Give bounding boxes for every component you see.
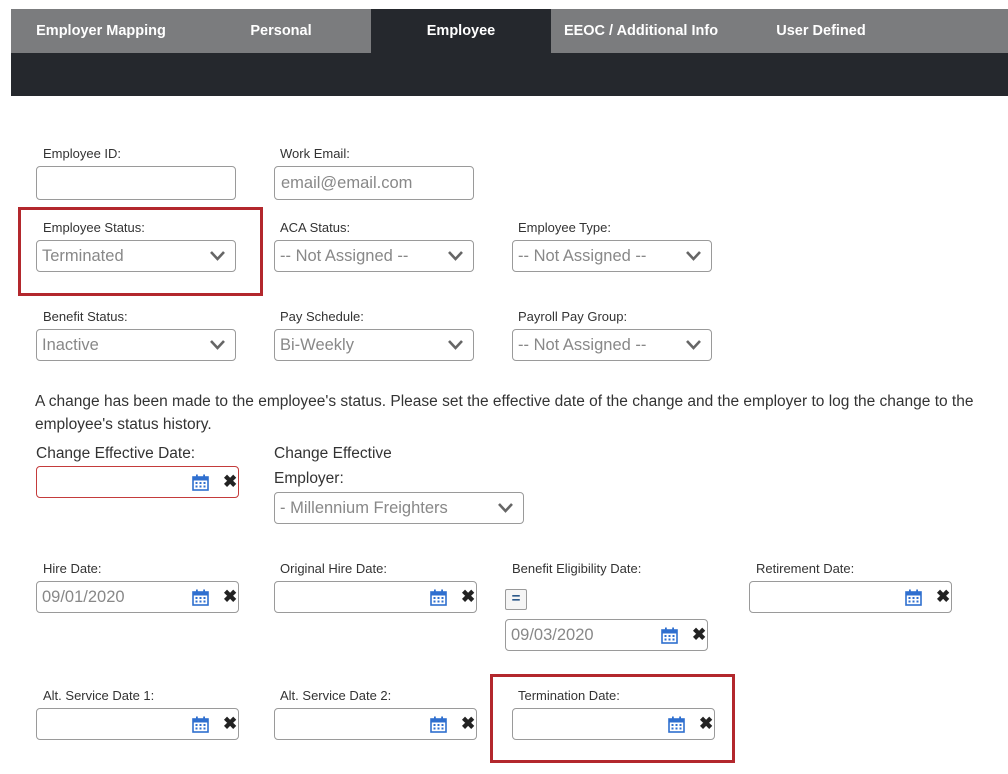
chevron-down-icon (686, 340, 701, 350)
chevron-down-icon (448, 251, 463, 261)
employee-status-label: Employee Status: (43, 220, 145, 235)
employee-type-select[interactable]: -- Not Assigned -- (512, 240, 712, 272)
chevron-down-icon (210, 251, 225, 261)
alt-service-date-2-input[interactable]: ✖ (274, 708, 477, 740)
original-hire-date-label: Original Hire Date: (280, 561, 387, 576)
tab-eeoc-additional-info[interactable]: EEOC / Additional Info (551, 9, 731, 53)
calendar-icon[interactable] (192, 716, 209, 733)
clear-icon[interactable]: ✖ (692, 626, 706, 644)
clear-icon[interactable]: ✖ (936, 588, 950, 606)
calendar-icon[interactable] (430, 589, 447, 606)
chevron-down-icon (498, 503, 513, 513)
change-effective-employer-label-line1: Change Effective (274, 445, 392, 462)
payroll-pay-group-value: -- Not Assigned -- (518, 336, 647, 354)
benefit-eligibility-date-value: 09/03/2020 (511, 626, 594, 644)
clear-icon[interactable]: ✖ (223, 473, 237, 491)
hire-date-label: Hire Date: (43, 561, 102, 576)
tab-subbar (11, 53, 1008, 96)
calendar-icon[interactable] (192, 589, 209, 606)
aca-status-select[interactable]: -- Not Assigned -- (274, 240, 474, 272)
change-effective-date-label: Change Effective Date: (36, 445, 196, 462)
work-email-label: Work Email: (280, 146, 350, 161)
employee-id-input[interactable] (36, 166, 236, 200)
work-email-input[interactable]: email@email.com (274, 166, 474, 200)
clear-icon[interactable]: ✖ (461, 715, 475, 733)
work-email-placeholder: email@email.com (281, 174, 413, 192)
employee-status-select[interactable]: Terminated (36, 240, 236, 272)
aca-status-label: ACA Status: (280, 220, 351, 235)
change-effective-employer-label-line2: Employer: (274, 470, 344, 487)
clear-icon[interactable]: ✖ (223, 715, 237, 733)
tab-employer-mapping[interactable]: Employer Mapping (11, 9, 191, 53)
tab-bar: Employer Mapping Personal Employee EEOC … (11, 9, 1008, 53)
calendar-icon[interactable] (661, 627, 678, 644)
benefit-status-label: Benefit Status: (43, 309, 128, 324)
status-change-message: A change has been made to the employee's… (35, 393, 974, 433)
employee-form-page: Employer Mapping Personal Employee EEOC … (0, 0, 1008, 774)
clear-icon[interactable]: ✖ (699, 715, 713, 733)
benefit-status-select[interactable]: Inactive (36, 329, 236, 361)
hire-date-input[interactable]: 09/01/2020 ✖ (36, 581, 239, 613)
hire-date-value: 09/01/2020 (42, 588, 125, 606)
alt-service-date-1-label: Alt. Service Date 1: (43, 688, 155, 703)
chevron-down-icon (686, 251, 701, 261)
original-hire-date-input[interactable]: ✖ (274, 581, 477, 613)
benefit-status-value: Inactive (42, 336, 99, 354)
change-effective-employer-select[interactable]: - Millennium Freighters (274, 492, 524, 524)
calendar-icon[interactable] (668, 716, 685, 733)
chevron-down-icon (210, 340, 225, 350)
left-strip (0, 0, 11, 746)
alt-service-date-2-label: Alt. Service Date 2: (280, 688, 392, 703)
retirement-date-label: Retirement Date: (756, 561, 855, 576)
termination-date-label: Termination Date: (518, 688, 620, 703)
clear-icon[interactable]: ✖ (461, 588, 475, 606)
employee-type-label: Employee Type: (518, 220, 611, 235)
change-effective-date-input[interactable]: ✖ (36, 466, 239, 498)
payroll-pay-group-select[interactable]: -- Not Assigned -- (512, 329, 712, 361)
calendar-icon[interactable] (430, 716, 447, 733)
change-effective-employer-value: - Millennium Freighters (280, 499, 448, 517)
pay-schedule-label: Pay Schedule: (280, 309, 364, 324)
employee-status-value: Terminated (42, 247, 124, 265)
benefit-eligibility-date-input[interactable]: 09/03/2020 ✖ (505, 619, 708, 651)
tab-personal[interactable]: Personal (191, 9, 371, 53)
clear-icon[interactable]: ✖ (223, 588, 237, 606)
payroll-pay-group-label: Payroll Pay Group: (518, 309, 628, 324)
calendar-icon[interactable] (192, 474, 209, 491)
retirement-date-input[interactable]: ✖ (749, 581, 952, 613)
chevron-down-icon (448, 340, 463, 350)
calendar-icon[interactable] (905, 589, 922, 606)
tab-user-defined[interactable]: User Defined (731, 9, 911, 53)
pay-schedule-select[interactable]: Bi-Weekly (274, 329, 474, 361)
pay-schedule-value: Bi-Weekly (280, 336, 354, 354)
employee-id-label: Employee ID: (43, 146, 122, 161)
alt-service-date-1-input[interactable]: ✖ (36, 708, 239, 740)
employee-type-value: -- Not Assigned -- (518, 247, 647, 265)
benefit-eligibility-date-label: Benefit Eligibility Date: (512, 561, 642, 576)
termination-date-input[interactable]: ✖ (512, 708, 715, 740)
equals-button[interactable]: = (505, 589, 527, 610)
aca-status-value: -- Not Assigned -- (280, 247, 409, 265)
tab-employee[interactable]: Employee (371, 9, 551, 53)
